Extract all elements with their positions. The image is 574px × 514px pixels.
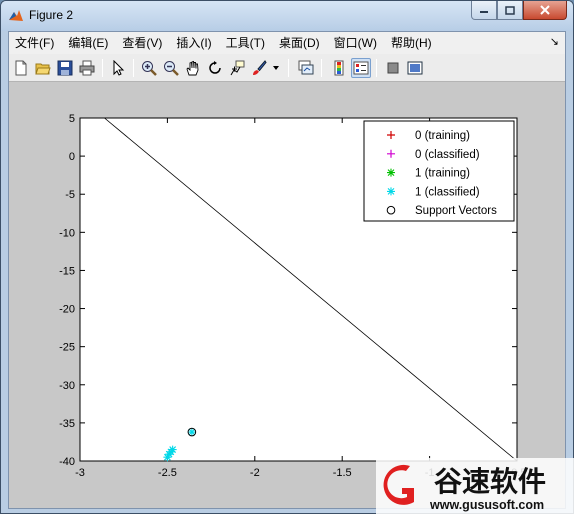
print-button[interactable] (77, 58, 97, 78)
show-plot-tools-button[interactable] (405, 58, 425, 78)
toolbar-separator (321, 59, 322, 77)
zoom-out-button[interactable] (161, 58, 181, 78)
legend-label: 1 (classified) (415, 186, 480, 198)
y-tick-label: -30 (59, 380, 75, 392)
window-title: Figure 2 (29, 8, 74, 22)
toolbar-separator (102, 59, 103, 77)
new-file-icon (15, 60, 27, 76)
matlab-icon (9, 10, 23, 21)
legend-label: 0 (classified) (415, 149, 480, 161)
x-tick-label: -2.5 (158, 467, 177, 479)
y-tick-label: -40 (59, 456, 75, 468)
x-tick-label: -2 (250, 467, 260, 479)
legend-marker (387, 187, 395, 196)
data-cursor-icon (230, 60, 245, 76)
close-button[interactable] (523, 1, 567, 20)
data-point-1-classified (168, 445, 177, 454)
zoom-in-icon (142, 61, 157, 76)
menu-desktop[interactable]: 桌面(D) (272, 32, 327, 54)
star-marker (387, 168, 395, 177)
figure-canvas[interactable]: -3-2.5-2-1.5-1-0.550-5-10-15-20-25-30-35… (9, 83, 565, 508)
save-icon (57, 60, 73, 76)
hide-plot-tools-icon (387, 62, 399, 74)
close-icon (540, 5, 550, 15)
maximize-icon (505, 5, 515, 15)
chevron-down-icon (273, 66, 279, 70)
open-folder-icon (35, 63, 51, 75)
hand-icon (186, 60, 199, 76)
y-tick-label: -10 (59, 227, 75, 239)
toolbar-separator (133, 59, 134, 77)
new-figure-button[interactable] (11, 58, 31, 78)
y-tick-label: 0 (69, 151, 75, 163)
brush-dropdown[interactable] (271, 58, 281, 78)
window-controls (471, 1, 567, 21)
x-tick-label: -3 (75, 467, 85, 479)
menu-bar: 文件(F) 编辑(E) 查看(V) 插入(I) 工具(T) 桌面(D) 窗口(W… (9, 32, 565, 54)
pointer-arrow-icon (113, 60, 125, 76)
zoom-out-icon (164, 61, 179, 76)
menu-edit[interactable]: 编辑(E) (61, 32, 115, 54)
dock-figure-icon[interactable]: ↘ (550, 35, 559, 48)
rotate-3d-button[interactable] (205, 58, 225, 78)
legend-button[interactable] (351, 58, 371, 78)
toolbar-separator (376, 59, 377, 77)
rotate-icon (209, 61, 221, 74)
y-tick-label: -20 (59, 304, 75, 316)
star-marker (168, 445, 177, 454)
watermark-brand: 谷速软件 (434, 466, 546, 497)
figure-client: 文件(F) 编辑(E) 查看(V) 插入(I) 工具(T) 桌面(D) 窗口(W… (8, 31, 566, 509)
star-marker (387, 187, 395, 196)
title-bar[interactable]: Figure 2 (1, 1, 573, 31)
menu-window[interactable]: 窗口(W) (327, 32, 384, 54)
pan-button[interactable] (183, 58, 203, 78)
legend-label: 0 (training) (415, 130, 470, 142)
print-icon (79, 60, 95, 76)
menu-view[interactable]: 查看(V) (115, 32, 169, 54)
legend-label: Support Vectors (415, 205, 497, 217)
y-tick-label: -35 (59, 418, 75, 430)
edit-plot-button[interactable] (108, 58, 128, 78)
zoom-in-button[interactable] (139, 58, 159, 78)
legend-label: 1 (training) (415, 168, 470, 180)
y-tick-label: -5 (65, 189, 75, 201)
toolbar-separator (288, 59, 289, 77)
y-tick-label: -25 (59, 342, 75, 354)
y-tick-label: -15 (59, 265, 75, 277)
figure-toolbar (9, 54, 565, 82)
watermark-url: www.gususoft.com (429, 498, 544, 512)
watermark-logo: 谷速软件 www.gususoft.com (376, 458, 574, 514)
brush-button[interactable] (249, 58, 269, 78)
figure-window: Figure 2 文件(F) 编辑(E) 查看(V) 插入(I) 工具(T) 桌… (0, 0, 574, 514)
colorbar-button[interactable] (329, 58, 349, 78)
y-tick-label: 5 (69, 113, 75, 125)
menu-file[interactable]: 文件(F) (9, 32, 61, 54)
brush-icon (253, 60, 267, 75)
colorbar-icon (334, 60, 344, 76)
maximize-button[interactable] (497, 1, 523, 20)
link-plot-button[interactable] (296, 58, 316, 78)
minimize-icon (480, 11, 488, 13)
legend-marker (387, 168, 395, 177)
link-plot-icon (298, 60, 314, 75)
open-file-button[interactable] (33, 58, 53, 78)
menu-help[interactable]: 帮助(H) (384, 32, 439, 54)
x-tick-label: -1.5 (333, 467, 352, 479)
show-plot-tools-icon (407, 61, 423, 75)
minimize-button[interactable] (471, 1, 497, 20)
save-button[interactable] (55, 58, 75, 78)
plot-svg[interactable]: -3-2.5-2-1.5-1-0.550-5-10-15-20-25-30-35… (9, 83, 565, 508)
data-cursor-button[interactable] (227, 58, 247, 78)
hide-plot-tools-button[interactable] (383, 58, 403, 78)
legend-icon (353, 61, 369, 75)
menu-insert[interactable]: 插入(I) (169, 32, 218, 54)
menu-tools[interactable]: 工具(T) (219, 32, 272, 54)
